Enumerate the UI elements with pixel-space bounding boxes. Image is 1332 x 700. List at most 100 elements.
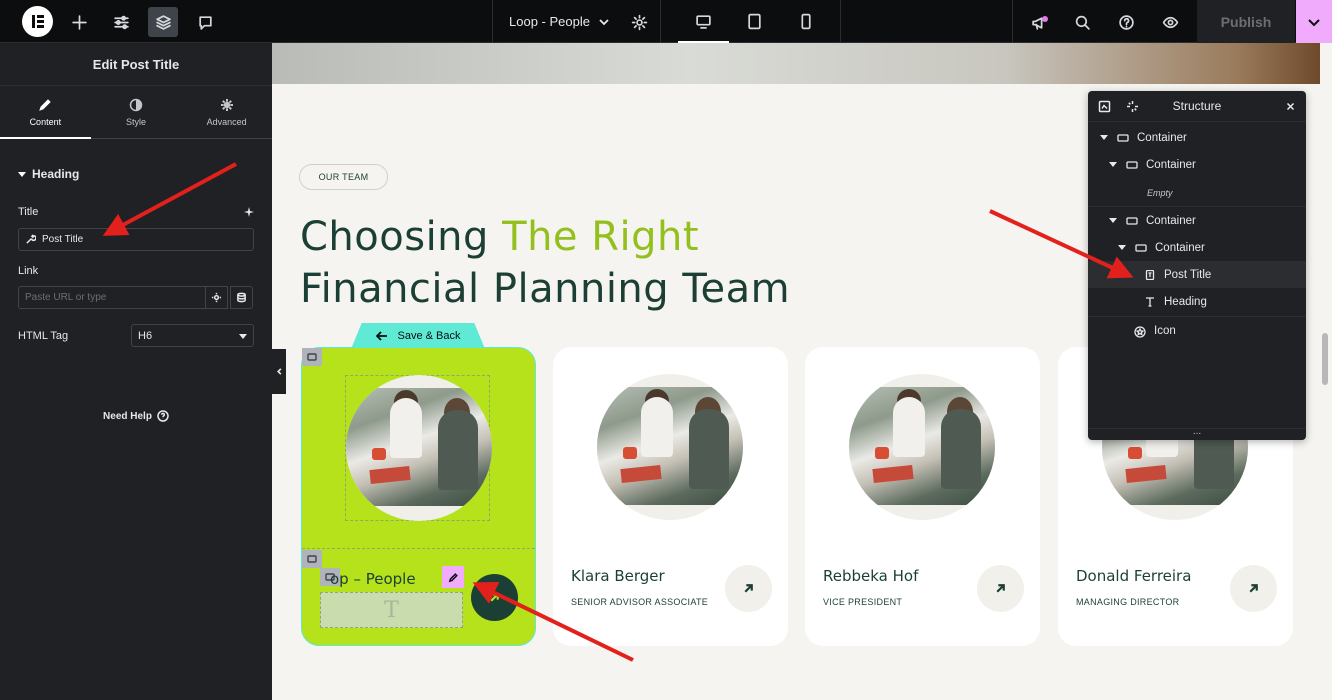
section-badge: OUR TEAM — [299, 164, 388, 190]
publish-button[interactable]: Publish — [1197, 0, 1295, 43]
help-button[interactable] — [1111, 7, 1141, 37]
structure-panel: Structure Container Container Empty Cont… — [1088, 91, 1306, 440]
member-name: Rebbeka Hof — [823, 567, 919, 585]
tree-item-label: Container — [1137, 131, 1187, 144]
member-name: Donald Ferreira — [1076, 567, 1192, 585]
html-tag-label: HTML Tag — [18, 330, 69, 342]
title-value: Post Title — [42, 234, 84, 245]
card-arrow-button[interactable] — [977, 565, 1024, 612]
database-icon — [237, 292, 246, 303]
card-arrow-button[interactable] — [471, 574, 518, 621]
page-settings-button[interactable] — [624, 7, 654, 37]
tree-item-label: Container — [1155, 241, 1205, 254]
section-label: Heading — [32, 167, 80, 181]
heading-icon — [1144, 296, 1156, 307]
help-label: Need Help — [103, 410, 152, 422]
mobile-mode-button[interactable] — [780, 0, 831, 43]
structure-header: Structure — [1088, 91, 1306, 122]
tab-style[interactable]: Style — [91, 86, 182, 138]
member-photo — [597, 374, 743, 520]
link-input[interactable]: Paste URL or type — [18, 286, 206, 309]
question-icon — [1118, 14, 1134, 30]
tree-item-container[interactable]: Container — [1088, 124, 1306, 151]
container-icon — [1126, 216, 1138, 226]
container-icon — [1117, 133, 1129, 143]
close-icon[interactable] — [1284, 100, 1297, 113]
loop-template-card[interactable]: op – People T — [301, 347, 536, 646]
canvas-scrollbar[interactable] — [1322, 333, 1328, 385]
member-photo — [346, 375, 492, 521]
tree-item-label: Container — [1146, 158, 1196, 171]
structure-button[interactable] — [148, 7, 178, 37]
chevron-down-icon — [599, 18, 609, 25]
html-tag-select[interactable]: H6 — [131, 324, 254, 347]
inner-container-handle[interactable] — [302, 550, 322, 568]
search-button[interactable] — [1067, 7, 1097, 37]
desktop-icon — [696, 15, 711, 29]
caret-down-icon — [1118, 245, 1126, 250]
tab-content[interactable]: Content — [0, 86, 91, 139]
edit-widget-button[interactable] — [442, 566, 464, 588]
tree-item-container[interactable]: Container — [1088, 234, 1306, 261]
link-options-button[interactable] — [205, 286, 228, 309]
heading-placeholder[interactable]: T — [320, 592, 463, 628]
title-label: Title — [18, 206, 39, 218]
pencil-icon — [448, 572, 458, 582]
link-placeholder: Paste URL or type — [25, 292, 107, 303]
comments-button[interactable] — [190, 7, 220, 37]
dynamic-tags-button[interactable] — [230, 286, 253, 309]
tab-advanced[interactable]: Advanced — [181, 86, 272, 138]
post-title-widget[interactable]: op – People — [330, 570, 416, 588]
tree-item-icon[interactable]: Icon — [1088, 317, 1306, 344]
photo-scene — [597, 387, 743, 505]
card-arrow-button[interactable] — [1230, 565, 1277, 612]
team-card[interactable]: Rebbeka Hof VICE PRESIDENT — [805, 347, 1040, 646]
container-handle[interactable] — [302, 348, 322, 366]
tree-item-label: Container — [1146, 214, 1196, 227]
tablet-mode-button[interactable] — [729, 0, 780, 43]
whats-new-button[interactable] — [1024, 7, 1054, 37]
need-help-link[interactable]: Need Help — [0, 410, 272, 422]
tree-item-post-title[interactable]: Post Title — [1088, 261, 1306, 288]
card-arrow-button[interactable] — [725, 565, 772, 612]
tree-item-heading[interactable]: Heading — [1088, 288, 1306, 315]
gear-icon — [631, 14, 647, 30]
search-icon — [1075, 15, 1090, 30]
tab-label: Advanced — [206, 116, 247, 127]
add-element-button[interactable] — [64, 7, 94, 37]
save-back-label: Save & Back — [397, 330, 461, 342]
desktop-mode-button[interactable] — [678, 0, 729, 43]
post-title-icon — [1144, 269, 1156, 280]
arrow-up-right-icon — [1249, 584, 1258, 593]
star-icon — [1134, 325, 1146, 338]
title-field[interactable]: Post Title — [18, 228, 254, 251]
tree-item-empty: Empty — [1088, 179, 1306, 206]
tree-item-container[interactable]: Container — [1088, 207, 1306, 234]
tree-item-container[interactable]: Container — [1088, 151, 1306, 178]
resize-handle[interactable]: ... — [1088, 427, 1306, 440]
heading-section-toggle[interactable]: Heading — [18, 167, 79, 181]
site-settings-button[interactable] — [106, 7, 136, 37]
mobile-icon — [801, 13, 811, 30]
team-card[interactable]: Klara Berger SENIOR ADVISOR ASSOCIATE — [553, 347, 788, 646]
tree-item-label: Post Title — [1164, 268, 1212, 281]
panel-title: Edit Post Title — [0, 43, 272, 86]
divider — [1012, 0, 1013, 43]
arrow-up-right-icon — [744, 584, 753, 593]
photo-scene — [346, 388, 492, 506]
ai-sparkle-icon[interactable] — [244, 207, 254, 217]
chevron-left-icon — [276, 368, 281, 375]
sliders-icon — [113, 15, 129, 29]
headline-accent: The Right — [502, 214, 700, 260]
publish-options-button[interactable] — [1296, 0, 1332, 43]
container-icon — [307, 353, 317, 361]
headline-part1: Choosing — [300, 214, 503, 260]
text-placeholder-icon: T — [384, 597, 399, 623]
member-role: SENIOR ADVISOR ASSOCIATE — [571, 597, 709, 607]
editor-panel: Edit Post Title Content Style Advanced H… — [0, 43, 272, 700]
collapse-panel-button[interactable] — [272, 349, 286, 394]
save-and-back-button[interactable]: Save & Back — [351, 323, 485, 349]
panel-tabs: Content Style Advanced — [0, 86, 272, 139]
elementor-logo[interactable] — [22, 6, 53, 37]
preview-button[interactable] — [1155, 7, 1185, 37]
